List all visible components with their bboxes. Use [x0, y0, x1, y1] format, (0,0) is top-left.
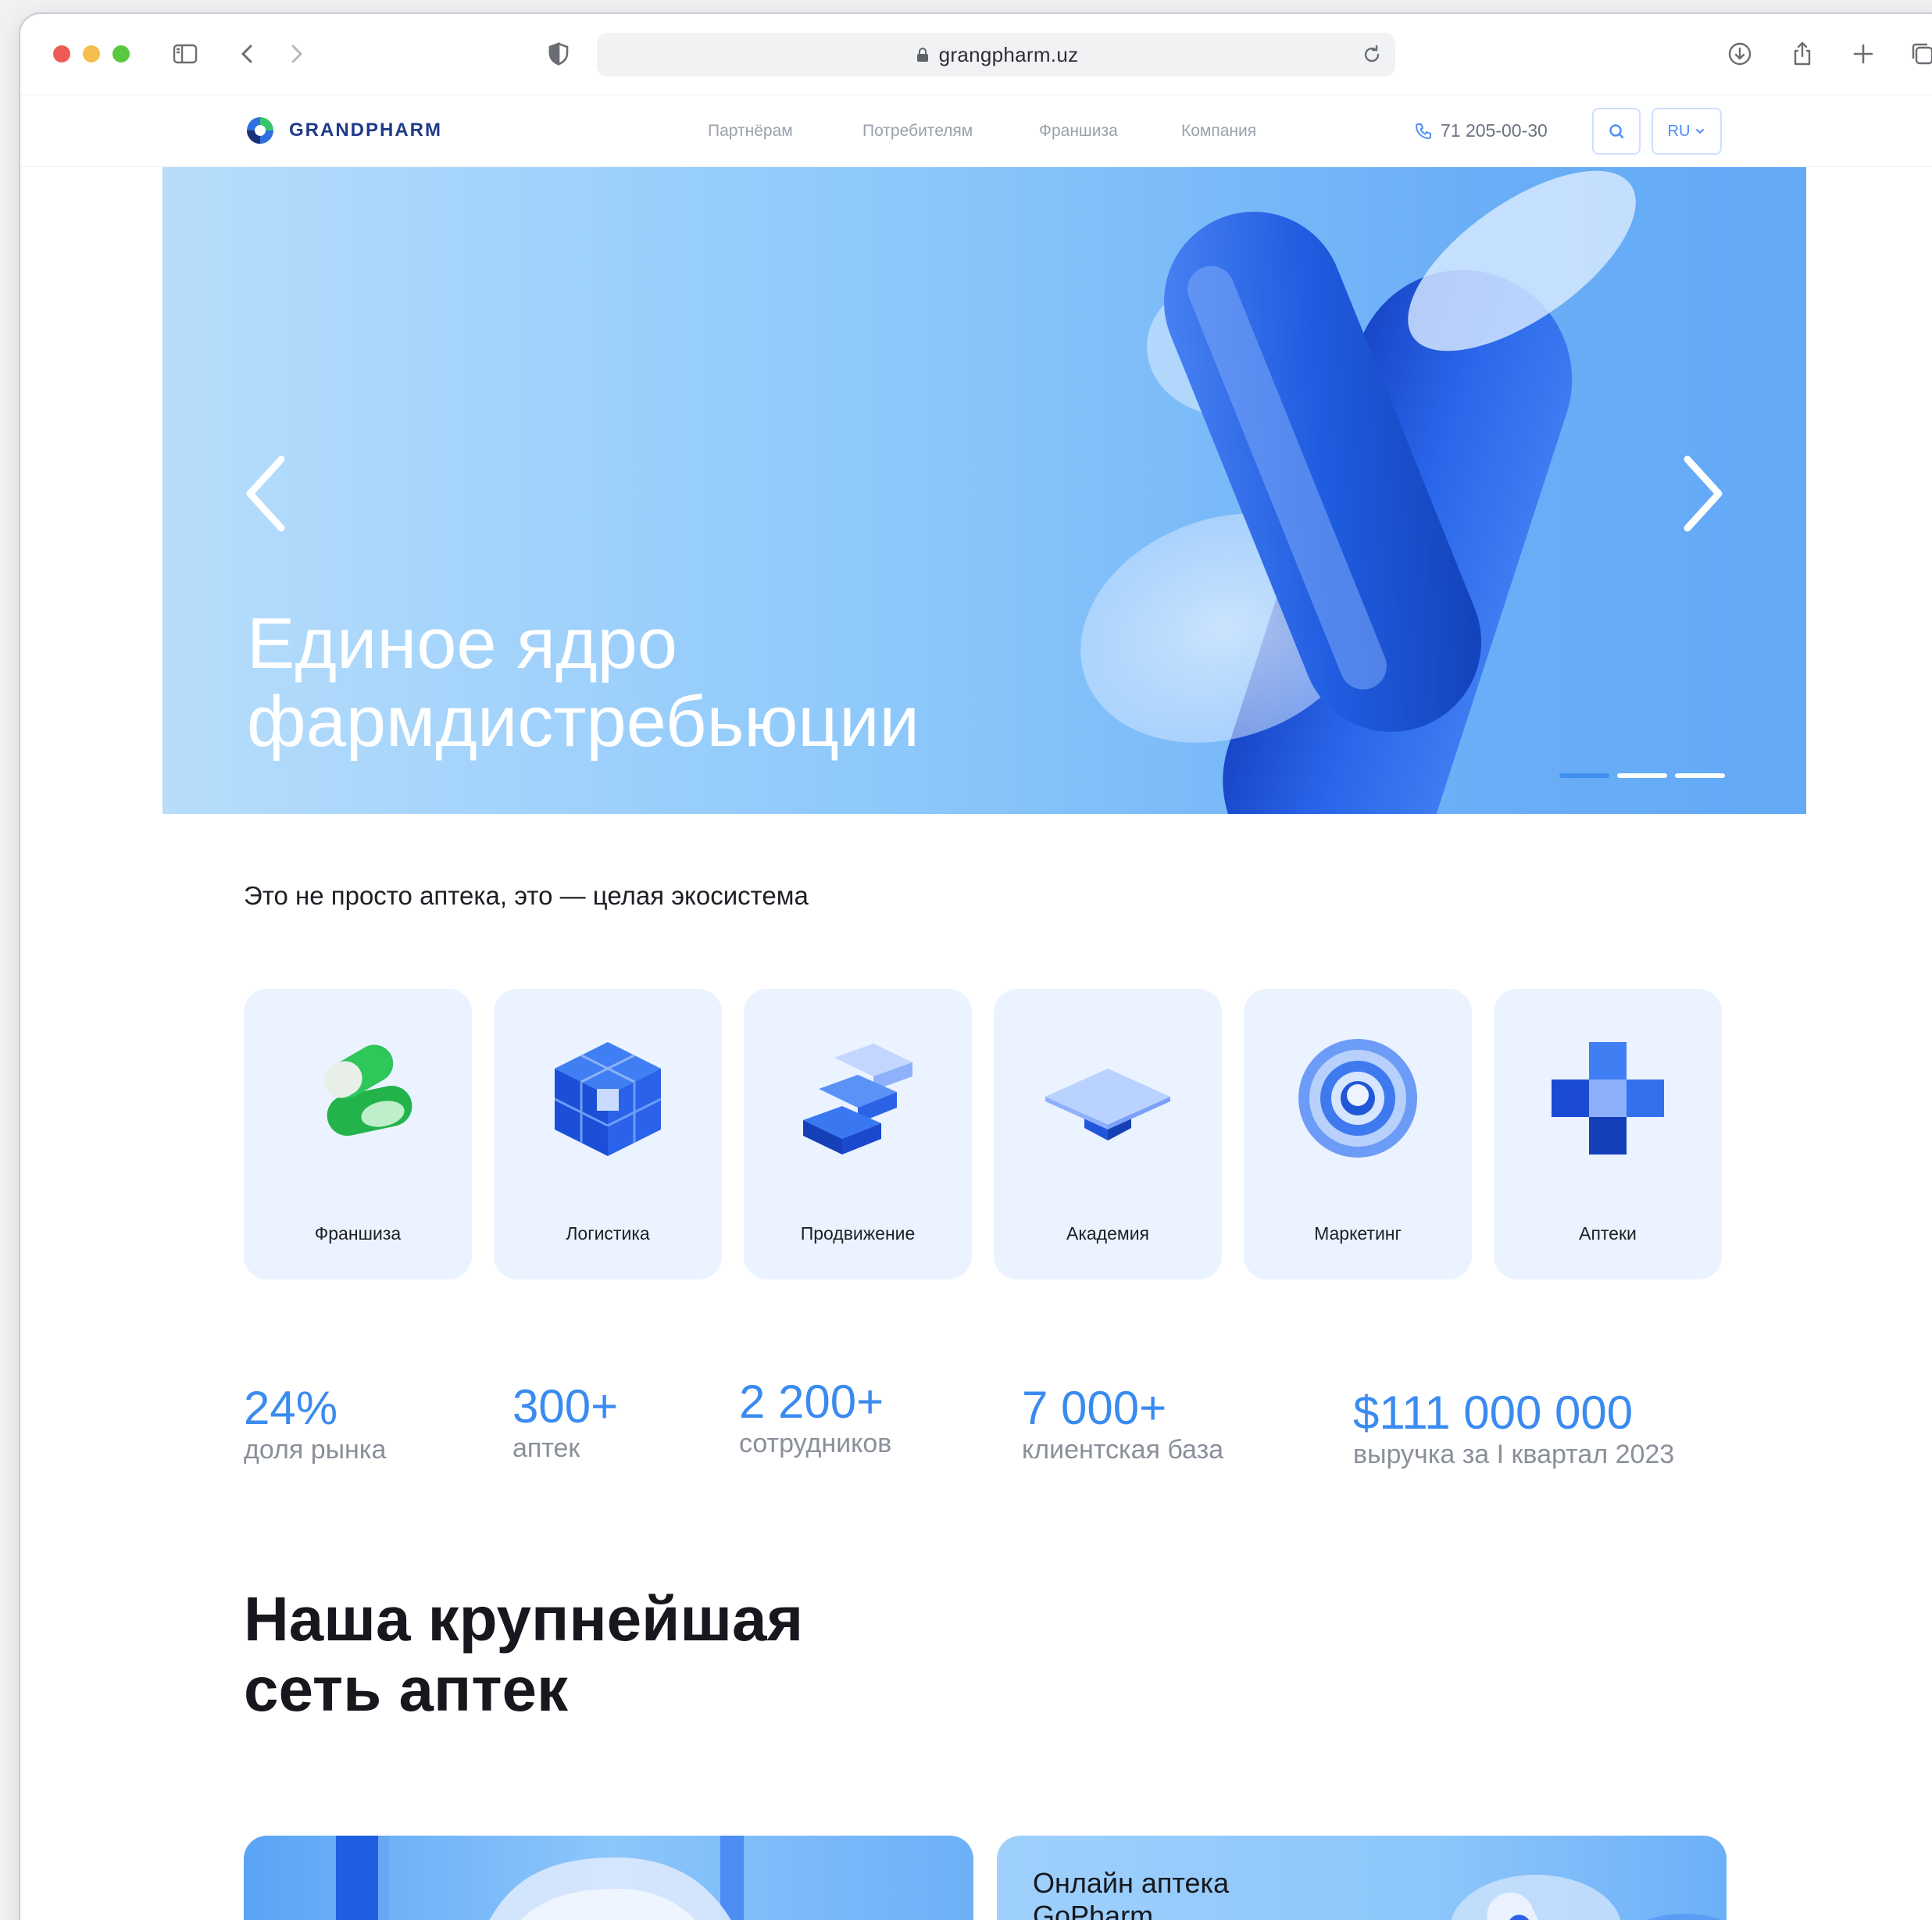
stat-caption: сотрудников [739, 1429, 892, 1458]
search-icon [1609, 124, 1624, 139]
sidebar-toggle-icon[interactable] [169, 37, 202, 70]
zoom-window-button[interactable] [112, 45, 130, 62]
grandpharm-logo-icon [247, 117, 273, 144]
stat-revenue: $111 000 000 выручка за I квартал 2023 [1353, 1387, 1674, 1470]
card-label: Продвижение [800, 1223, 916, 1244]
brand-name: GRANDPHARM [289, 120, 442, 141]
card-label: Аптеки [1579, 1223, 1637, 1244]
stat-pharmacies: 300+ аптек [512, 1381, 618, 1464]
browser-toolbar: grangpharm.uz [20, 14, 1932, 95]
nav-partners[interactable]: Партнёрам [708, 122, 793, 141]
language-value: RU [1667, 122, 1691, 140]
search-button[interactable] [1592, 108, 1641, 155]
network-title-line-1: Наша крупнейшая [244, 1584, 804, 1654]
stairs-icon [803, 1044, 912, 1154]
graduation-cap-icon [1045, 1069, 1170, 1140]
slider-prev-arrow-icon[interactable] [237, 447, 300, 541]
stat-caption: аптек [512, 1433, 580, 1463]
slider-dot-2[interactable] [1617, 773, 1667, 778]
hero-title: Единое ядро фармдистребьюции [247, 605, 920, 761]
network-title-line-2: сеть аптек [244, 1654, 569, 1724]
download-icon[interactable] [1723, 37, 1756, 70]
target-ring-icon [1298, 1039, 1417, 1158]
phone-number: 71 205-00-30 [1441, 120, 1548, 141]
tab-overview-icon[interactable] [1906, 37, 1932, 70]
hero-slider: Единое ядро фармдистребьюции [162, 167, 1806, 814]
slider-dot-1[interactable] [1559, 773, 1609, 778]
share-icon[interactable] [1786, 37, 1819, 70]
promo-title-line-1: Онлайн аптека [1033, 1867, 1230, 1899]
stat-value: 7 000+ [1022, 1382, 1167, 1434]
card-label: Маркетинг [1314, 1223, 1402, 1244]
promo-card-2-title: Онлайн аптека GoPharm [1033, 1867, 1229, 1920]
close-window-button[interactable] [53, 45, 70, 62]
stat-value: 24% [244, 1382, 338, 1434]
stat-market-share: 24% доля рынка [244, 1383, 386, 1465]
stat-client-base: 7 000+ клиентская база [1022, 1383, 1223, 1465]
hero-title-line-1: Единое ядро [247, 604, 677, 683]
hero-title-line-2: фармдистребьюции [247, 682, 920, 762]
medical-cross-icon [1552, 1042, 1664, 1154]
slider-dot-3[interactable] [1675, 773, 1725, 778]
reload-icon[interactable] [1359, 42, 1384, 67]
phone-link[interactable]: 71 205-00-30 [1414, 120, 1548, 141]
chevron-down-icon [1696, 129, 1705, 134]
nav-consumers[interactable]: Потребителям [862, 122, 973, 141]
nav-company[interactable]: Компания [1181, 122, 1256, 141]
card-label: Франшиза [314, 1223, 402, 1244]
minimize-window-button[interactable] [83, 45, 100, 62]
ecosystem-title: Это не просто аптека, это — целая экосис… [244, 881, 809, 910]
stat-value: $111 000 000 [1353, 1386, 1634, 1439]
back-icon[interactable] [231, 37, 264, 70]
cube-icon [554, 1042, 662, 1156]
card-academy[interactable]: Академия [994, 989, 1222, 1279]
card-label: Логистика [566, 1223, 650, 1244]
promo-title-line-2: GoPharm [1033, 1900, 1154, 1920]
nav-franchise[interactable]: Франшиза [1039, 122, 1118, 141]
lock-icon [916, 48, 928, 62]
promo-card-1[interactable] [244, 1836, 973, 1920]
stat-employees: 2 200+ сотрудников [739, 1376, 891, 1459]
card-promotion[interactable]: Продвижение [744, 989, 972, 1279]
new-tab-icon[interactable] [1847, 37, 1880, 70]
forward-icon[interactable] [280, 37, 312, 70]
card-label: Академия [1066, 1223, 1150, 1244]
brand-logo[interactable]: GRANDPHARM [244, 114, 442, 147]
stat-caption: выручка за I квартал 2023 [1353, 1440, 1675, 1469]
slider-pagination [1559, 773, 1725, 778]
card-franchise[interactable]: Франшиза [244, 989, 472, 1279]
stat-caption: клиентская база [1022, 1435, 1224, 1465]
stat-value: 2 200+ [739, 1376, 884, 1428]
phone-icon [1416, 123, 1431, 139]
address-bar[interactable]: grangpharm.uz [597, 33, 1395, 77]
card-logistics[interactable]: Логистика [494, 989, 722, 1279]
browser-window: grangpharm.uz GRANDPHARM Партнёрам Потре… [20, 14, 1932, 1920]
url-text: grangpharm.uz [938, 42, 1079, 66]
slider-next-arrow-icon[interactable] [1669, 447, 1731, 541]
card-marketing[interactable]: Маркетинг [1244, 989, 1472, 1279]
privacy-shield-icon[interactable] [542, 37, 575, 70]
promo-card-online-pharmacy[interactable]: Онлайн аптека GoPharm [997, 1836, 1727, 1920]
site-header: GRANDPHARM Партнёрам Потребителям Франши… [20, 95, 1932, 167]
stat-caption: доля рынка [244, 1435, 387, 1465]
language-select[interactable]: RU [1652, 108, 1722, 155]
network-title: Наша крупнейшая сеть аптек [244, 1584, 803, 1725]
card-pharmacies[interactable]: Аптеки [1494, 989, 1722, 1279]
promo-card-1-illustration [336, 1836, 744, 1920]
stat-value: 300+ [512, 1380, 619, 1433]
capsule-icon [323, 1044, 412, 1137]
